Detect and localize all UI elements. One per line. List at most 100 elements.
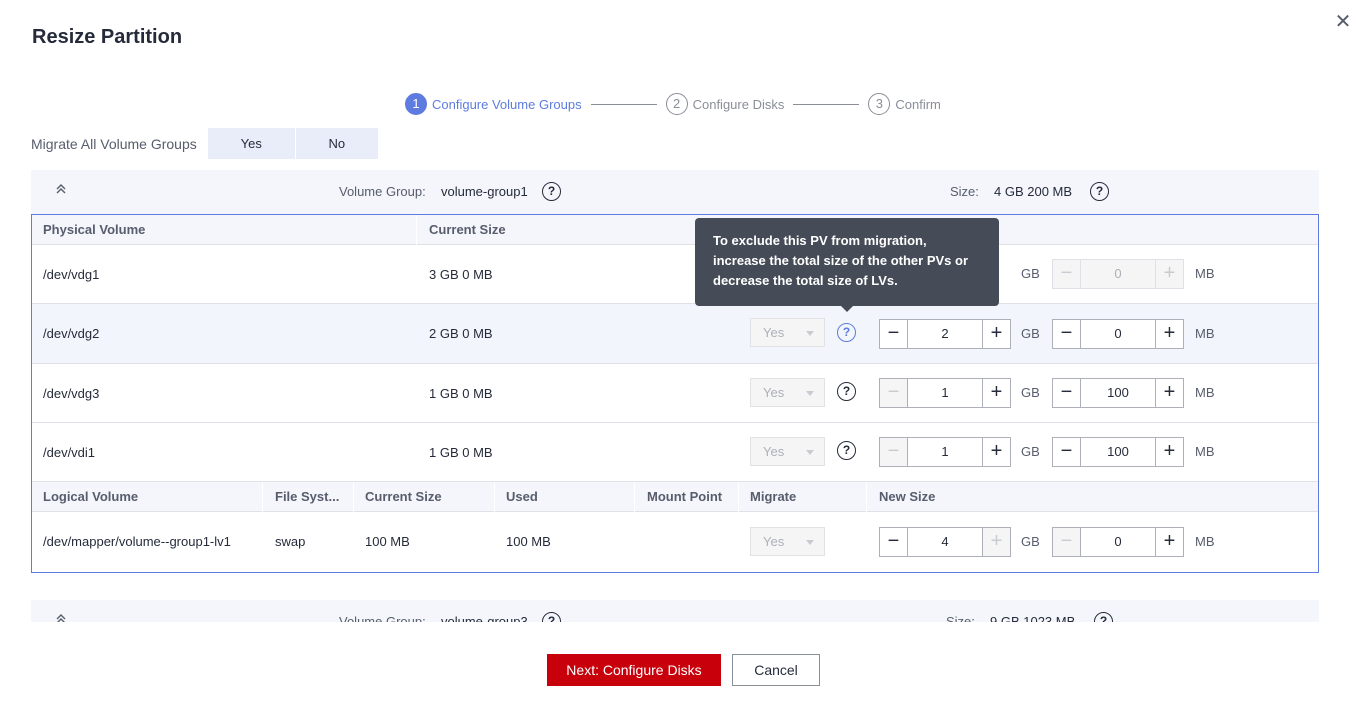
table-row: /dev/vdg2 2 GB 0 MB Yes ? − 2 + GB − 0 +… [32,304,1318,364]
increment-button: + [1155,260,1183,288]
migrate-select-value: Yes [763,325,785,340]
decrement-button: − [880,438,908,466]
step-connector [590,103,657,105]
migrate-all-label: Migrate All Volume Groups [31,135,197,152]
pv-header-row: Physical Volume Current Size [32,215,1318,245]
unit-mb: MB [1195,385,1215,400]
column-divider [738,482,739,512]
mb-stepper: − 100 + [1052,437,1184,467]
increment-button[interactable]: + [982,320,1010,348]
tooltip-text: To exclude this PV from migration, incre… [713,233,969,288]
migrate-all-no-button[interactable]: No [295,128,378,159]
decrement-button[interactable]: − [1053,438,1081,466]
mb-value[interactable]: 0 [1081,528,1155,556]
pv-current-size: 1 GB 0 MB [429,386,493,401]
migrate-all-row: Migrate All Volume Groups Yes No [31,128,378,159]
gb-value[interactable]: 2 [908,320,982,348]
decrement-button[interactable]: − [880,528,908,556]
gb-value[interactable]: 4 [908,528,982,556]
increment-button[interactable]: + [1155,438,1183,466]
help-icon[interactable]: ? [542,182,561,201]
dialog-title: Resize Partition [32,26,183,48]
collapse-chevron-icon[interactable] [53,612,69,622]
unit-mb: MB [1195,326,1215,341]
increment-button[interactable]: + [982,379,1010,407]
migrate-select[interactable]: Yes [750,527,825,556]
mb-stepper: − 0 + [1052,319,1184,349]
column-divider [262,482,263,512]
step-number: 3 [868,93,891,115]
step-configure-disks: 2 Configure Disks [665,93,785,115]
mb-value[interactable]: 100 [1081,438,1155,466]
gb-value[interactable]: 1 [908,379,982,407]
unit-gb: GB [1021,385,1040,400]
decrement-button[interactable]: − [1053,320,1081,348]
step-number: 1 [405,93,427,115]
size-value: 9 GB 1023 MB [990,614,1076,622]
unit-mb: MB [1195,266,1215,281]
increment-button[interactable]: + [1155,320,1183,348]
migrate-select-value: Yes [763,444,785,459]
migrate-all-yes-button[interactable]: Yes [207,128,295,159]
next-configure-disks-button[interactable]: Next: Configure Disks [547,654,721,686]
help-icon[interactable]: ? [837,382,856,401]
mb-stepper: − 0 + [1052,527,1184,557]
unit-gb: GB [1021,534,1040,549]
header-logical-volume: Logical Volume [43,489,139,504]
increment-button[interactable]: + [982,438,1010,466]
mb-value[interactable]: 0 [1081,320,1155,348]
help-icon[interactable]: ? [542,612,561,622]
migrate-select-value: Yes [763,534,785,549]
step-label: Configure Disks [692,96,785,112]
migrate-select[interactable]: Yes [750,378,825,407]
migrate-select[interactable]: Yes [750,318,825,347]
pv-current-size: 3 GB 0 MB [429,267,493,282]
column-divider [866,482,867,512]
increment-button[interactable]: + [1155,528,1183,556]
exclude-pv-tooltip: To exclude this PV from migration, incre… [695,218,999,312]
decrement-button[interactable]: − [880,320,908,348]
volume-group-label: Volume Group: [339,184,426,199]
gb-stepper: − 4 + [879,527,1011,557]
column-divider [494,482,495,512]
help-icon[interactable]: ? [1090,182,1109,201]
chevron-down-icon [806,540,814,545]
help-icon[interactable]: ? [837,441,856,460]
mb-stepper: − 0 + [1052,259,1184,289]
mb-stepper: − 100 + [1052,378,1184,408]
volume-group-header: Volume Group: volume-group1 ? Size: 4 GB… [31,170,1319,214]
migrate-select[interactable]: Yes [750,437,825,466]
close-icon[interactable]: ✕ [1333,12,1353,32]
mb-value[interactable]: 100 [1081,379,1155,407]
gb-stepper: − 1 + [879,378,1011,408]
gb-value[interactable]: 1 [908,438,982,466]
pv-name: /dev/vdg1 [43,267,100,282]
step-label: Configure Volume Groups [432,96,582,112]
size-value: 4 GB 200 MB [994,184,1073,199]
gb-stepper: − 2 + [879,319,1011,349]
migrate-all-toggle: Yes No [207,128,378,159]
stepper: 1 Configure Volume Groups 2 Configure Di… [405,92,941,116]
increment-button[interactable]: + [1155,379,1183,407]
cancel-button[interactable]: Cancel [732,654,820,686]
decrement-button: − [880,379,908,407]
decrement-button[interactable]: − [1053,379,1081,407]
volume-group-label: Volume Group: [339,614,426,622]
help-icon[interactable]: ? [837,323,856,342]
migrate-select-value: Yes [763,385,785,400]
unit-gb: GB [1021,266,1040,281]
header-current-size: Current Size [429,222,506,237]
pv-current-size: 2 GB 0 MB [429,326,493,341]
unit-gb: GB [1021,326,1040,341]
header-used: Used [506,489,538,504]
tooltip-arrow [841,306,853,312]
increment-button: + [982,528,1010,556]
decrement-button: − [1053,528,1081,556]
size-label: Size: [946,614,975,622]
help-icon[interactable]: ? [1094,612,1113,622]
volume-group-name: volume-group1 [441,184,528,199]
pv-name: /dev/vdi1 [43,445,96,460]
step-number: 2 [665,93,688,115]
header-migrate: Migrate [750,489,797,504]
collapse-chevron-icon[interactable] [53,182,69,198]
